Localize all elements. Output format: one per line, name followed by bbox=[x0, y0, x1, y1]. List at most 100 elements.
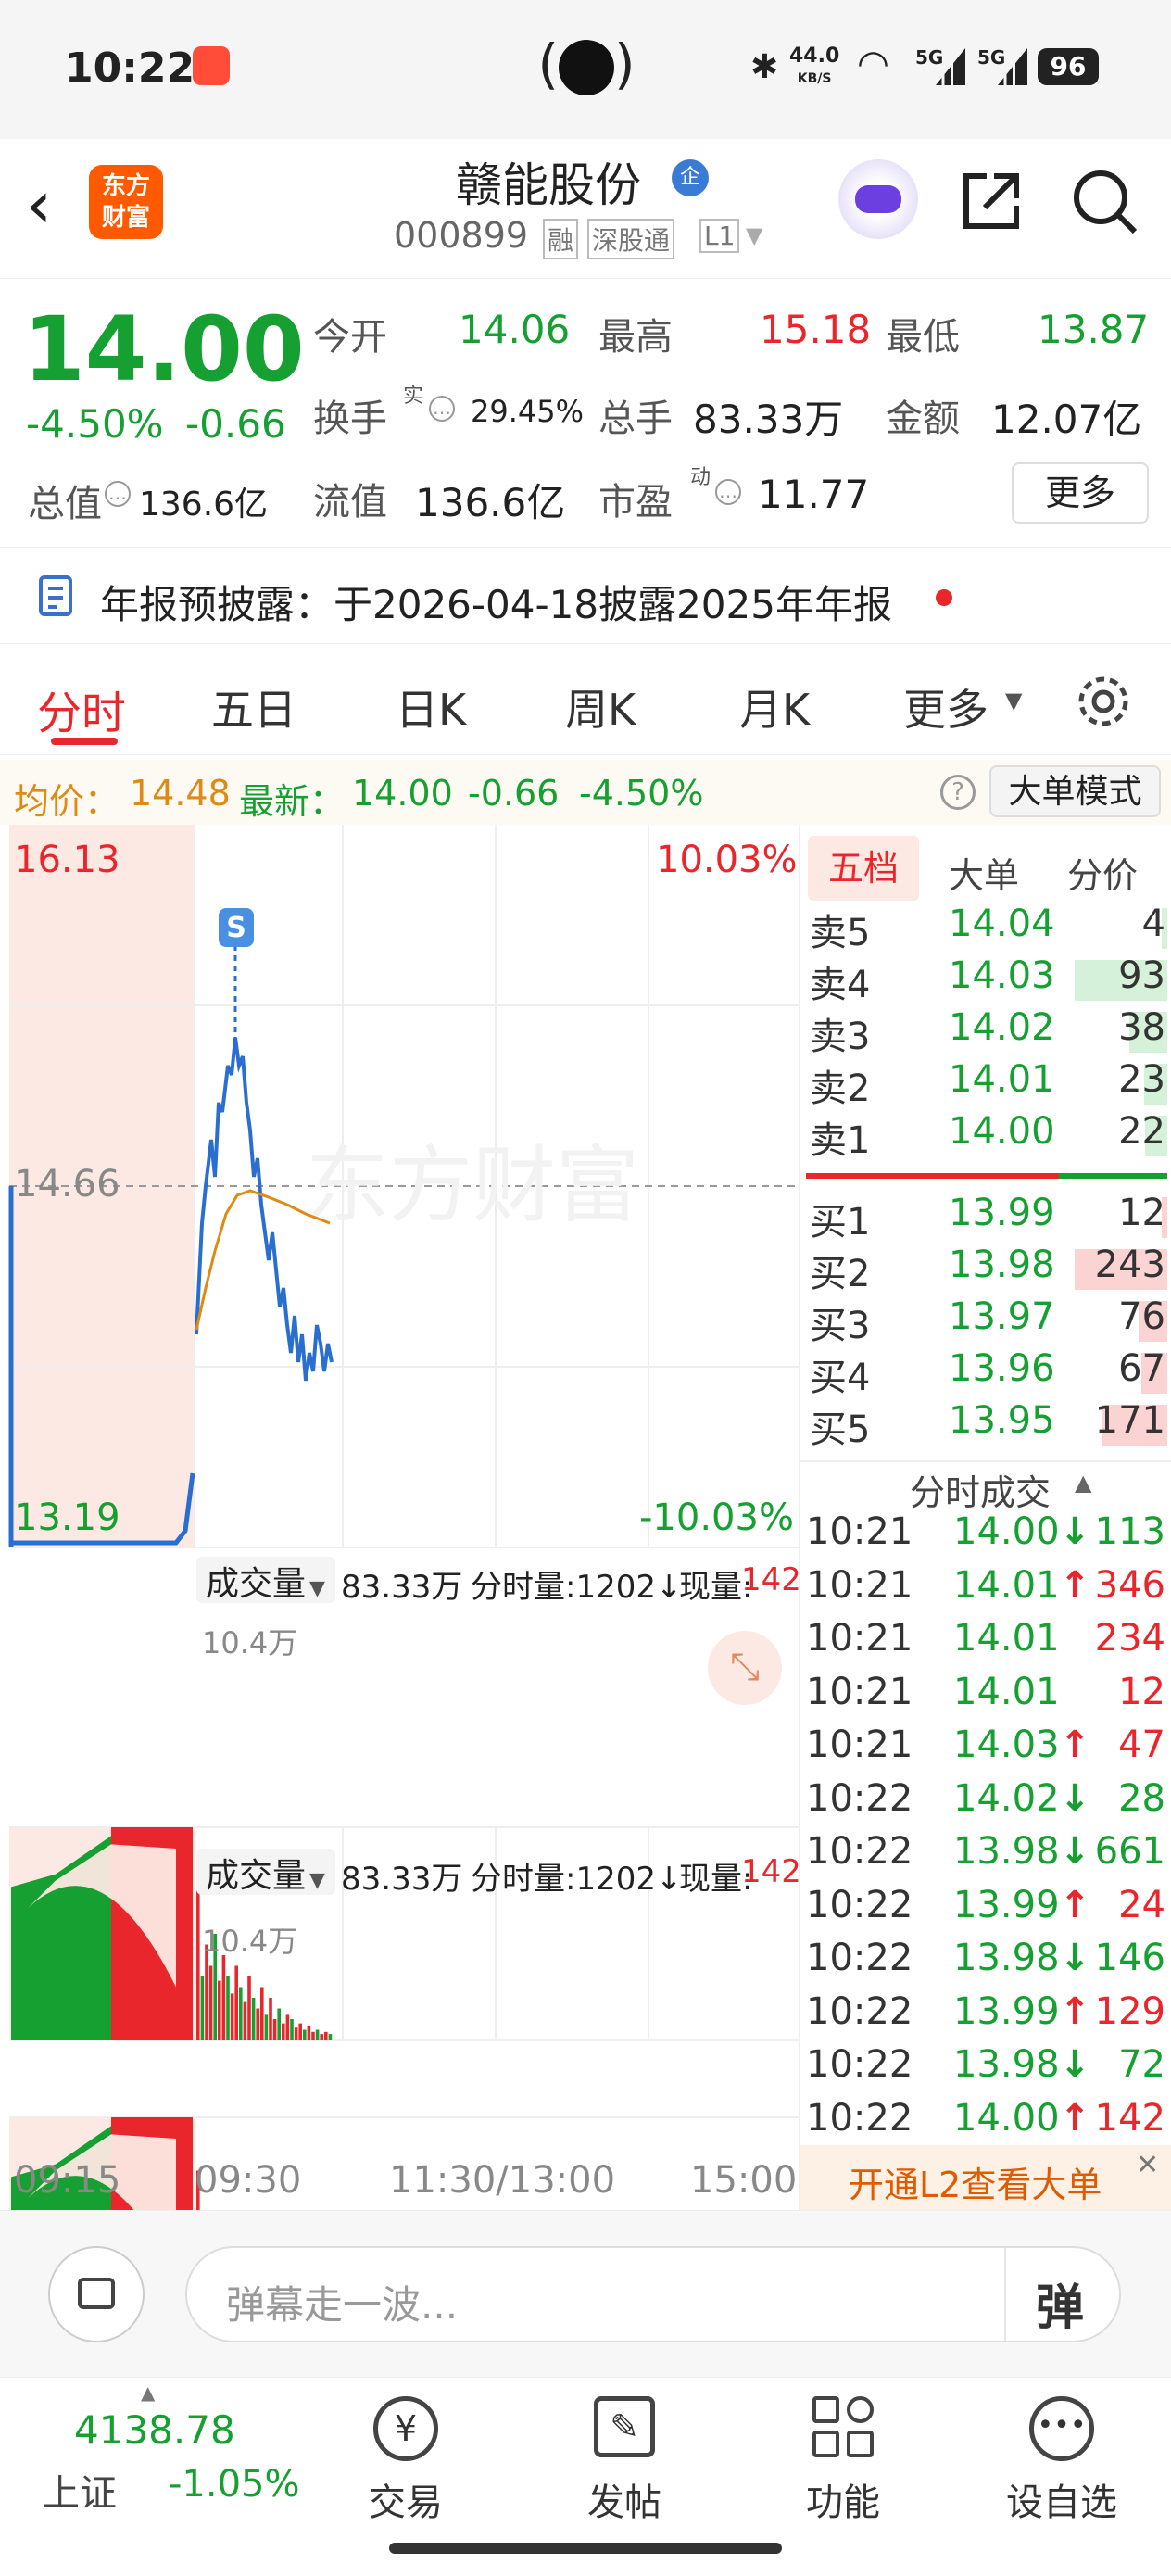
back-icon[interactable]: ‹ bbox=[26, 167, 52, 243]
l2-promo[interactable]: 开通L2查看大单 ✕ bbox=[800, 2145, 1171, 2210]
tab-big-order[interactable]: 大单 bbox=[949, 847, 1019, 898]
nav-trade[interactable]: ¥ 交易 bbox=[313, 2396, 498, 2526]
level-price: 14.03 bbox=[949, 954, 1055, 997]
open-value: 14.06 bbox=[459, 307, 571, 352]
pe-label: 市盈 bbox=[598, 481, 673, 524]
tick-price: 14.01↑ bbox=[953, 1563, 1091, 1607]
index-ticker[interactable]: ▲ 4138.78 上证 -1.05% bbox=[0, 2378, 306, 2554]
tick-volume: 24 bbox=[1118, 1883, 1165, 1926]
nav-post[interactable]: ✎ 发帖 bbox=[532, 2396, 717, 2526]
change-amt: -0.66 bbox=[185, 401, 286, 447]
expand-icon[interactable]: ⤡ bbox=[708, 1631, 782, 1705]
tick-row: 10:22 13.98↓ 661 bbox=[800, 1830, 1171, 1882]
grid-icon bbox=[812, 2396, 874, 2457]
current-volume-2: 142 bbox=[741, 1853, 801, 1890]
volume-bar bbox=[277, 2008, 281, 2040]
y-top-label: 16.13 bbox=[14, 839, 120, 881]
dropdown-icon[interactable]: ▼ bbox=[1005, 688, 1022, 713]
y-bot-label: 13.19 bbox=[14, 1496, 120, 1539]
tab-more[interactable]: 更多 bbox=[903, 676, 988, 738]
bottom-nav: ▲ 4138.78 上证 -1.05% ¥ 交易 ✎ 发帖 功能 ••• 设自选 bbox=[0, 2377, 1171, 2576]
net-speed: 44.0 KB/S bbox=[789, 44, 840, 87]
ask-level: 卖1 14.00 22 bbox=[800, 1110, 1171, 1162]
tick-volume: 234 bbox=[1094, 1617, 1165, 1660]
level-price: 13.96 bbox=[949, 1347, 1055, 1390]
level-label: 卖1 bbox=[810, 1119, 871, 1162]
danmu-input[interactable]: 弹幕走一波... 弹 bbox=[185, 2246, 1121, 2342]
volume-bar bbox=[269, 1998, 272, 2040]
volume-bar bbox=[208, 1965, 213, 2040]
tick-price: 14.00↑ bbox=[953, 2096, 1091, 2140]
help-icon[interactable]: ? bbox=[940, 775, 976, 810]
level-label: 卖3 bbox=[810, 1016, 871, 1058]
tick-price: 13.99↑ bbox=[953, 1989, 1091, 2033]
volume-bar bbox=[324, 2031, 328, 2040]
depth-ratio-bar bbox=[806, 1173, 1167, 1179]
time-label: 11:30/13:00 bbox=[389, 2159, 616, 2202]
index-value: 4138.78 bbox=[74, 2407, 235, 2453]
mcap-value: 136.6亿 bbox=[139, 486, 269, 524]
intraday-chart[interactable]: 东方财富 S 16.13 14.66 13.19 10.03% -10.03% … bbox=[0, 825, 801, 2210]
amount-label: 金额 bbox=[886, 398, 960, 440]
chevron-down-icon[interactable]: ▼ bbox=[746, 222, 762, 248]
tick-row: 10:21 14.01 12 bbox=[800, 1671, 1171, 1723]
tab-daily-k[interactable]: 日K bbox=[396, 676, 466, 738]
nav-watchlist[interactable]: ••• 设自选 bbox=[969, 2396, 1154, 2526]
info-icon[interactable]: … bbox=[715, 479, 741, 505]
level-label: 卖4 bbox=[810, 964, 871, 1006]
info-icon[interactable]: … bbox=[105, 481, 131, 507]
gear-icon[interactable] bbox=[1075, 673, 1132, 730]
volume-bar bbox=[256, 2008, 259, 2040]
app-logo[interactable]: 东方 财富 bbox=[89, 165, 163, 239]
more-button[interactable]: 更多 bbox=[1012, 462, 1149, 524]
tab-intraday[interactable]: 分时 bbox=[37, 676, 126, 741]
tick-row: 10:22 13.99↑ 24 bbox=[800, 1884, 1171, 1936]
change-pct: -4.50% bbox=[26, 401, 164, 447]
volume-bar bbox=[243, 2001, 247, 2040]
level-label: 卖5 bbox=[810, 912, 871, 954]
signal-5g-1: 5G bbox=[915, 46, 944, 69]
bid-level: 买2 13.98 243 bbox=[800, 1244, 1171, 1295]
avg-label: 均价： bbox=[14, 781, 120, 822]
ask-levels: 卖5 14.04 4 卖4 14.03 93 卖3 14.02 38 卖2 14.01 23 卖1 14.… bbox=[800, 903, 1171, 1171]
share-icon[interactable] bbox=[959, 169, 1024, 234]
tab-five-day[interactable]: 五日 bbox=[211, 676, 296, 738]
level-label: 买1 bbox=[810, 1201, 871, 1244]
tick-price: 14.03↑ bbox=[953, 1724, 1091, 1766]
tab-monthly-k[interactable]: 月K bbox=[739, 676, 810, 738]
ticks-title[interactable]: 分时成交 bbox=[910, 1464, 1051, 1515]
big-order-mode-button[interactable]: 大单模式 bbox=[989, 765, 1161, 817]
tab-level5[interactable]: 五档 bbox=[808, 836, 919, 901]
tick-time: 10:22 bbox=[806, 1830, 913, 1873]
watermark: 东方财富 bbox=[306, 1140, 639, 1232]
nav-functions[interactable]: 功能 bbox=[750, 2396, 936, 2526]
last-price: 14.00 bbox=[23, 297, 305, 401]
volume-bar bbox=[307, 2025, 311, 2040]
tick-time: 10:21 bbox=[806, 1510, 913, 1553]
chevron-up-icon[interactable]: ▲ bbox=[1075, 1470, 1091, 1496]
tick-row: 10:22 14.02↓ 28 bbox=[800, 1777, 1171, 1829]
volume-selector-2[interactable]: 成交量 ▼ bbox=[196, 1849, 335, 1895]
notice-bar[interactable]: 年报预披露：于2026-04-18披露2025年年报 bbox=[0, 547, 1171, 644]
enterprise-badge: 企 bbox=[672, 159, 709, 196]
volume-max-label: 10.4万 bbox=[202, 1625, 298, 1661]
volume-bar bbox=[328, 2034, 333, 2040]
tick-time: 10:21 bbox=[806, 1724, 913, 1766]
level-label: 买4 bbox=[810, 1357, 871, 1399]
tick-volume: 113 bbox=[1094, 1510, 1165, 1553]
bid-level: 买4 13.96 67 bbox=[800, 1347, 1171, 1399]
ai-assistant-icon[interactable] bbox=[838, 159, 918, 239]
info-icon[interactable]: … bbox=[429, 396, 455, 422]
volume-bar bbox=[311, 2031, 315, 2040]
level-volume: 23 bbox=[1118, 1058, 1165, 1101]
volume-bar bbox=[315, 2029, 320, 2040]
danmu-settings-icon[interactable] bbox=[48, 2246, 145, 2342]
search-icon[interactable] bbox=[1070, 167, 1140, 237]
close-icon[interactable]: ✕ bbox=[1136, 2149, 1159, 2181]
danmu-toggle-icon[interactable]: 弹 bbox=[1036, 2268, 1084, 2338]
tab-price-dist[interactable]: 分价 bbox=[1067, 847, 1138, 898]
level-volume: 4 bbox=[1141, 903, 1165, 945]
tab-weekly-k[interactable]: 周K bbox=[565, 676, 636, 738]
volume-selector[interactable]: 成交量 ▼ bbox=[196, 1557, 335, 1603]
tick-row: 10:21 14.01 234 bbox=[800, 1617, 1171, 1669]
